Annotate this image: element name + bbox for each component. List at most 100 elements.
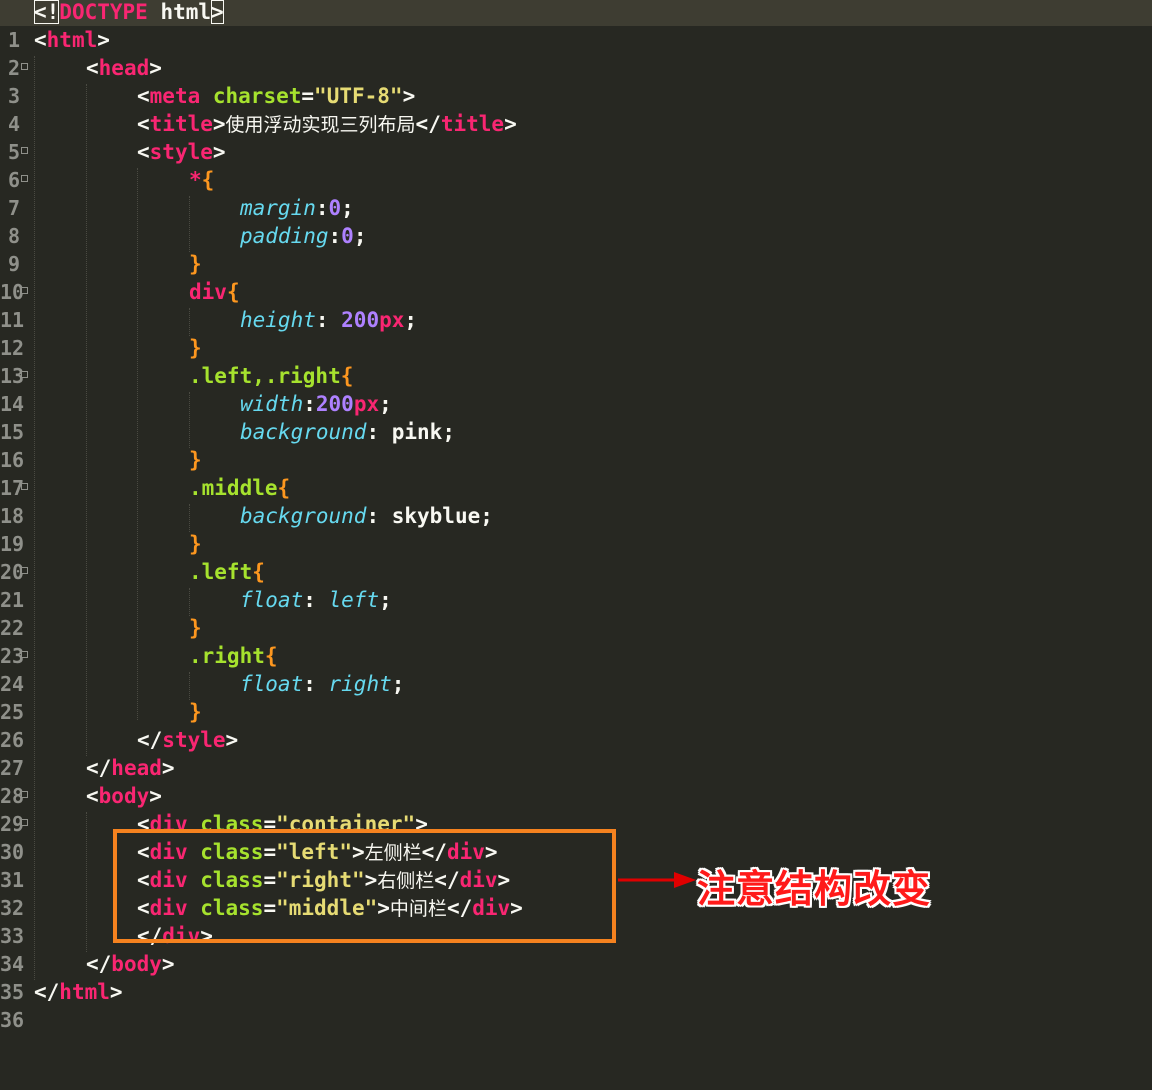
code-text[interactable]: </style> [137, 726, 238, 754]
code-text[interactable]: } [189, 530, 202, 558]
code-text[interactable]: .left,.right{ [189, 362, 353, 390]
code-line[interactable]: 11 div{ [0, 278, 1152, 332]
token-operator: ; [404, 308, 418, 332]
code-text[interactable]: </html> [34, 978, 123, 1006]
code-line[interactable]: 35 </body> [0, 950, 1152, 1004]
code-text[interactable]: } [189, 698, 202, 726]
code-editor[interactable]: 1 <!DOCTYPE html> 2 <html> 3 <head> 4 <m… [0, 0, 1152, 1032]
code-text[interactable]: background: pink; [240, 418, 455, 446]
fold-toggle-icon[interactable] [21, 175, 28, 182]
code-text[interactable]: } [189, 250, 202, 278]
code-text[interactable]: <title>使用浮动实现三列布局</title> [137, 110, 517, 139]
token-tag: style [162, 728, 226, 752]
code-line[interactable]: 29 <body> [0, 782, 1152, 836]
code-line[interactable]: 21 .left{ [0, 558, 1152, 612]
token-tag: html [59, 980, 110, 1004]
token-brace: } [189, 700, 202, 724]
code-text[interactable]: .right{ [189, 642, 278, 670]
code-line[interactable]: 3 <head> [0, 54, 1152, 108]
code-text[interactable]: <html> [34, 26, 110, 54]
token-bracket: > [149, 784, 162, 808]
token-operator: ; [379, 392, 392, 416]
fold-toggle-icon[interactable] [21, 651, 28, 658]
token-operator: : [366, 504, 392, 528]
code-line[interactable]: 10 } [0, 250, 1152, 304]
code-text[interactable]: .left{ [189, 558, 265, 586]
fold-toggle-icon[interactable] [21, 63, 28, 70]
code-line[interactable]: 13 } [0, 334, 1152, 388]
code-text[interactable]: <body> [86, 782, 162, 810]
code-line[interactable]: 17 } [0, 446, 1152, 500]
token-bracket: > [161, 756, 175, 780]
code-text[interactable]: } [189, 446, 202, 474]
code-line[interactable]: 2 <html> [0, 26, 1152, 80]
code-line[interactable]: 5 <title>使用浮动实现三列布局</title> [0, 110, 1152, 164]
code-text[interactable]: .middle{ [189, 474, 290, 502]
token-operator: : [315, 196, 329, 220]
code-text[interactable]: } [189, 614, 202, 642]
code-line[interactable]: 28 </head> [0, 754, 1152, 808]
code-line[interactable]: 6 <style> [0, 138, 1152, 192]
token-number: 200 [315, 392, 354, 416]
code-line[interactable]: 25 float: right; [0, 670, 1152, 724]
code-text[interactable]: height: 200px; [240, 306, 417, 334]
code-line[interactable]: 9 padding:0; [0, 222, 1152, 276]
code-line[interactable]: 15 width:200px; [0, 390, 1152, 444]
code-line[interactable]: 20 } [0, 530, 1152, 584]
token-text: html [147, 0, 212, 24]
code-line[interactable]: 12 height: 200px; [0, 306, 1152, 360]
token-selector: .left [189, 560, 253, 584]
token-operator: : [366, 420, 392, 444]
code-line[interactable]: 8 margin:0; [0, 194, 1152, 248]
token-operator: : [303, 672, 329, 696]
code-text[interactable]: <!DOCTYPE html> [34, 0, 224, 26]
code-text[interactable]: </body> [86, 950, 175, 978]
code-line[interactable]: 24 .right{ [0, 642, 1152, 696]
code-line[interactable]: 26 } [0, 698, 1152, 752]
code-line[interactable]: 16 background: pink; [0, 418, 1152, 472]
code-text[interactable]: } [189, 334, 202, 362]
token-value: skyblue [391, 504, 481, 528]
fold-toggle-icon[interactable] [21, 287, 28, 294]
token-property: float [240, 588, 304, 612]
code-line[interactable]: 23 } [0, 614, 1152, 668]
fold-toggle-icon[interactable] [21, 371, 28, 378]
token-bracket: </ [137, 728, 163, 752]
token-unit: px [379, 308, 405, 332]
code-line[interactable]: 18 .middle{ [0, 474, 1152, 528]
code-line[interactable]: 7 *{ [0, 166, 1152, 220]
code-text[interactable]: *{ [189, 166, 214, 194]
token-tag: html [46, 28, 98, 52]
code-text[interactable]: margin:0; [240, 194, 354, 222]
token-property: padding [240, 224, 329, 248]
code-line[interactable]: 1 <!DOCTYPE html> [0, 0, 1152, 52]
code-text[interactable]: <meta charset="UTF-8"> [137, 82, 415, 110]
code-line[interactable]: 22 float: left; [0, 586, 1152, 640]
fold-toggle-icon[interactable] [21, 483, 28, 490]
code-line[interactable]: 27 </style> [0, 726, 1152, 780]
token-bracket: > [225, 728, 239, 752]
code-text[interactable]: float: left; [240, 586, 392, 614]
code-text[interactable]: width:200px; [240, 390, 392, 418]
code-text[interactable]: padding:0; [240, 222, 366, 250]
code-text[interactable]: </head> [86, 754, 175, 782]
code-line[interactable]: 36 </html> [0, 978, 1152, 1032]
code-line[interactable]: 14 .left,.right{ [0, 362, 1152, 416]
code-text[interactable]: background: skyblue; [240, 502, 493, 530]
token-property: float [240, 672, 304, 696]
code-text[interactable]: float: right; [240, 670, 404, 698]
token-operator: : [315, 308, 342, 332]
fold-toggle-icon[interactable] [21, 567, 28, 574]
fold-toggle-icon[interactable] [21, 819, 28, 826]
code-text[interactable]: div{ [189, 278, 240, 306]
token-bracket: <! [34, 0, 60, 24]
token-operator: : [328, 224, 342, 248]
code-text[interactable]: <head> [86, 54, 162, 82]
token-bracket: </ [86, 952, 112, 976]
token-selector: .right [189, 644, 265, 668]
fold-toggle-icon[interactable] [21, 791, 28, 798]
code-line[interactable]: 19 background: skyblue; [0, 502, 1152, 556]
code-line[interactable]: 4 <meta charset="UTF-8"> [0, 82, 1152, 136]
code-text[interactable]: <style> [137, 138, 226, 166]
fold-toggle-icon[interactable] [21, 147, 28, 154]
